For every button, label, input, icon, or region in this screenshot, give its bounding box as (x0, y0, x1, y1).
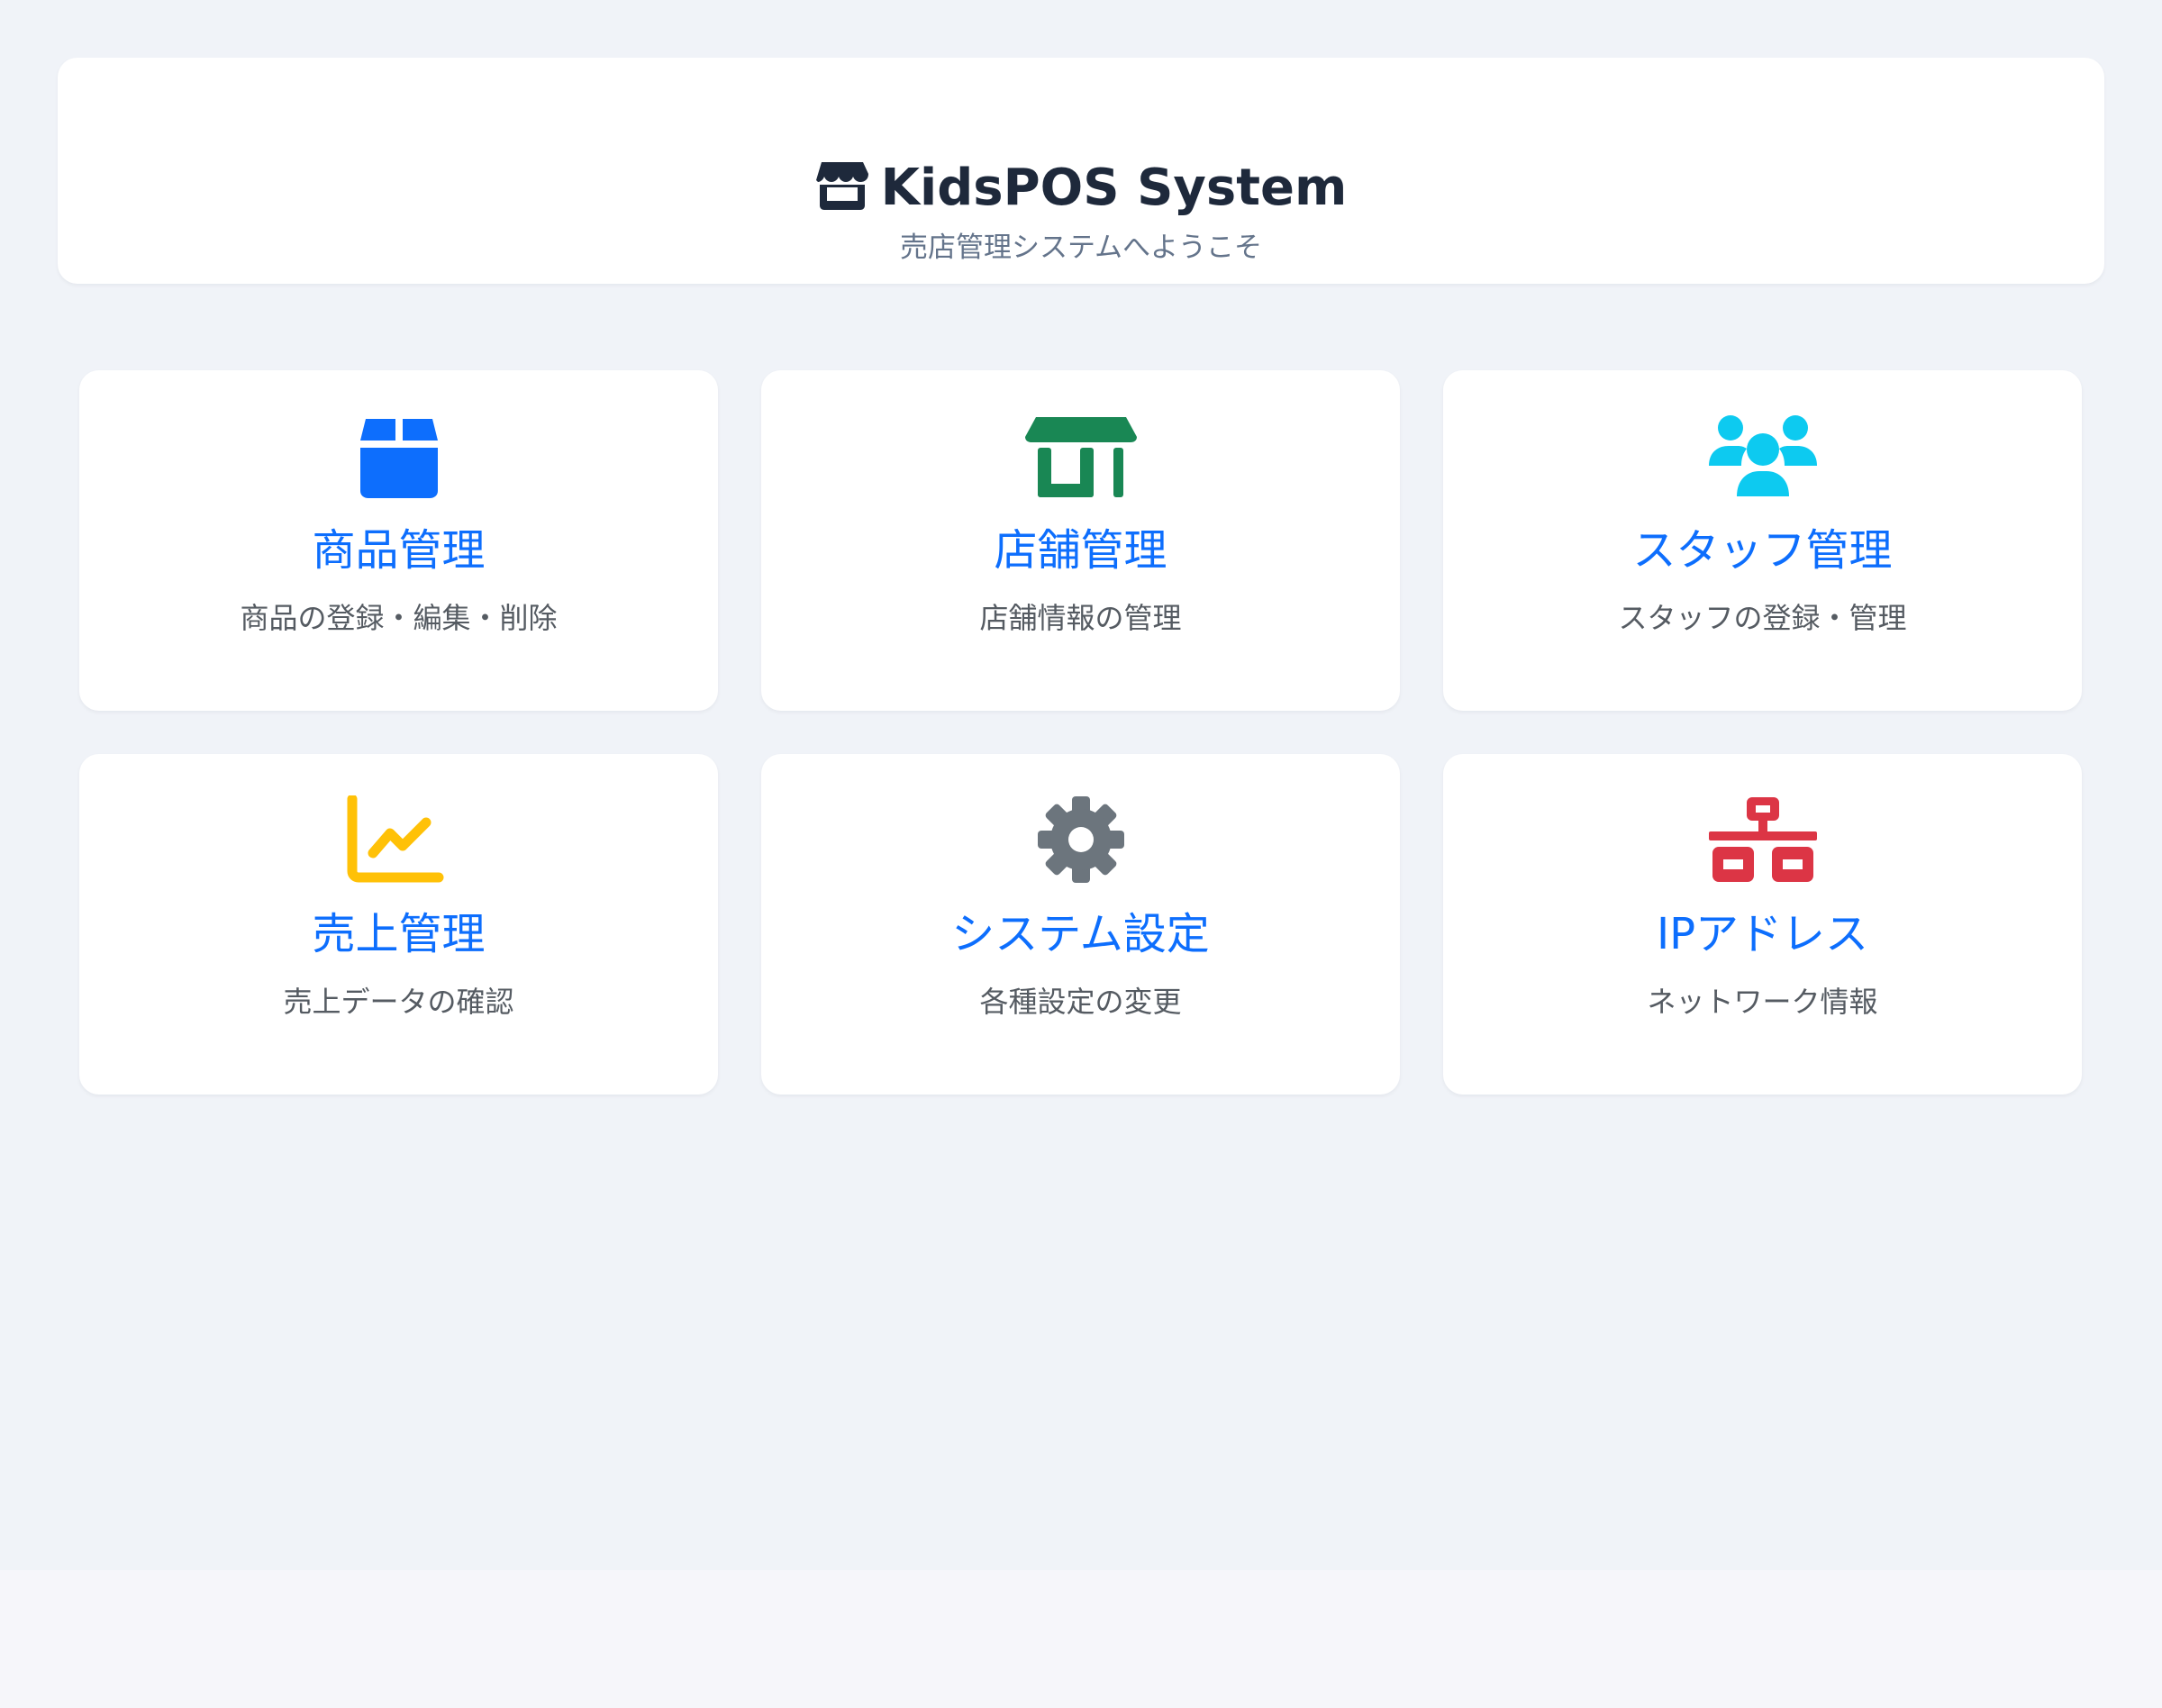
welcome-subtitle: 売店管理システムへようこそ (899, 232, 1263, 264)
menu-card-settings[interactable]: システム設定 各種設定の変更 (761, 754, 1400, 1095)
menu-description: スタッフの登録・管理 (1618, 601, 1907, 635)
menu-title: 店舗管理 (994, 525, 1167, 576)
shop-icon (1024, 412, 1137, 500)
footer-area (0, 1570, 2162, 1708)
menu-card-stores[interactable]: 店舗管理 店舗情報の管理 (761, 370, 1400, 711)
menu-title: スタッフ管理 (1632, 525, 1893, 576)
menu-title: 商品管理 (312, 525, 486, 576)
menu-description: 売上データの確認 (283, 985, 514, 1019)
menu-card-staff[interactable]: スタッフ管理 スタッフの登録・管理 (1443, 370, 2082, 711)
box-icon (343, 412, 455, 500)
menu-card-ip-address[interactable]: IPアドレス ネットワーク情報 (1443, 754, 2082, 1095)
menu-title: システム設定 (951, 909, 1210, 959)
menu-description: 商品の登録・編集・削除 (240, 601, 558, 635)
chart-line-icon (343, 795, 455, 884)
menu-title: IPアドレス (1656, 909, 1869, 959)
gear-icon (1025, 795, 1137, 884)
app-title: KidsPOS System (880, 158, 1348, 217)
store-icon (815, 160, 881, 214)
menu-description: 店舗情報の管理 (979, 601, 1182, 635)
page: KidsPOS System 売店管理システムへようこそ 商品管理 商品の登録・… (0, 0, 2162, 1708)
users-icon (1707, 412, 1819, 500)
network-icon (1707, 795, 1819, 884)
header-card: KidsPOS System 売店管理システムへようこそ (58, 58, 2104, 284)
menu-card-sales[interactable]: 売上管理 売上データの確認 (79, 754, 718, 1095)
header-title-row: KidsPOS System (58, 155, 2104, 220)
menu-grid: 商品管理 商品の登録・編集・削除 店舗管理 店舗情報の管理 スタッフ管理 スタッ… (79, 370, 2083, 1095)
menu-description: ネットワーク情報 (1647, 985, 1878, 1019)
menu-title: 売上管理 (312, 909, 486, 959)
menu-description: 各種設定の変更 (979, 985, 1182, 1019)
menu-card-products[interactable]: 商品管理 商品の登録・編集・削除 (79, 370, 718, 711)
